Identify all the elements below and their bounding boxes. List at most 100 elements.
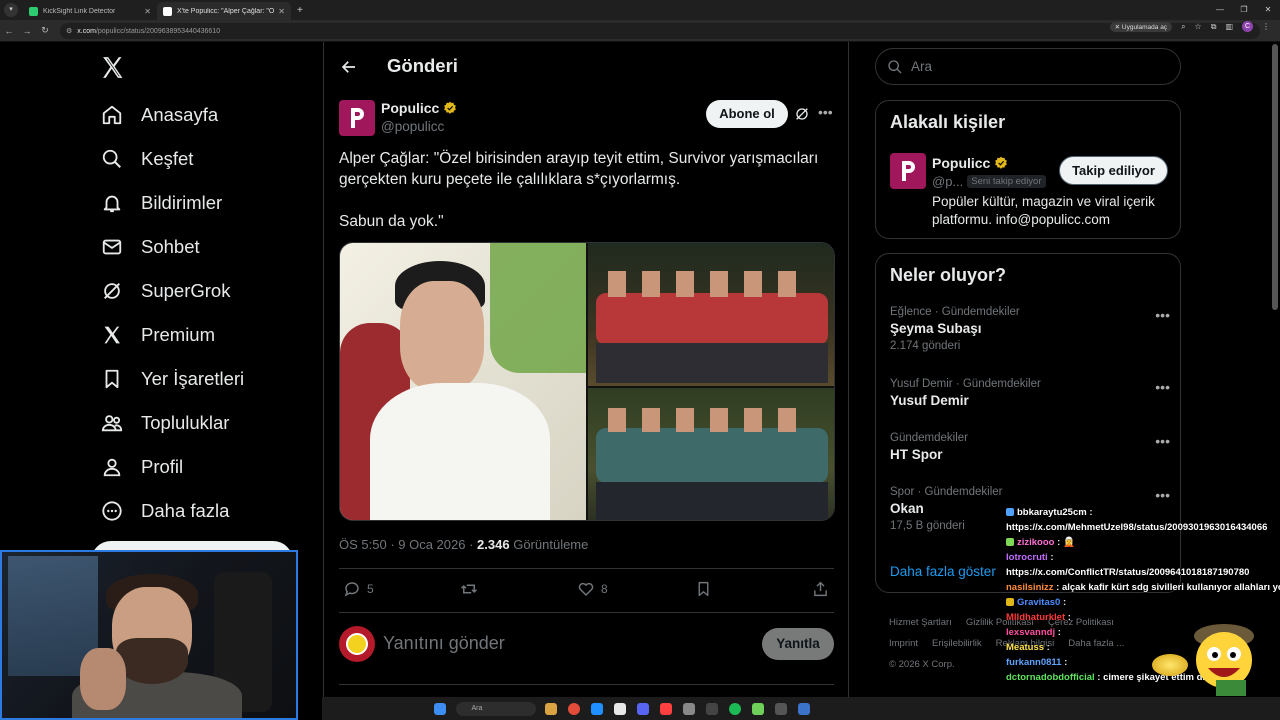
repost-icon — [460, 584, 478, 594]
scrollbar[interactable] — [1272, 44, 1278, 310]
media-image-contestants-blue[interactable] — [588, 388, 834, 520]
media-image-portrait[interactable] — [340, 243, 586, 520]
repost-action[interactable] — [459, 580, 479, 598]
grok-icon[interactable] — [794, 106, 810, 122]
back-arrow-icon[interactable] — [340, 58, 358, 76]
close-window-icon[interactable]: ✕ — [1256, 0, 1280, 20]
taskbar-search[interactable]: Ara — [455, 701, 536, 716]
app-icon[interactable] — [591, 702, 603, 715]
main-column: Gönderi Populicc @populicc Abone ol ••• … — [323, 42, 849, 720]
chat-user: Mlldhaturklet — [1006, 612, 1066, 623]
sidebar-item-communities[interactable]: Topluluklar — [100, 408, 229, 438]
app-icon[interactable] — [614, 702, 626, 715]
more-options-icon[interactable]: ••• — [1155, 379, 1170, 395]
mail-icon — [100, 235, 124, 259]
badge-icon — [1006, 508, 1014, 516]
url-domain: x.com — [77, 27, 96, 35]
sidebar-item-premium[interactable]: Premium — [100, 320, 215, 350]
forward-icon[interactable]: → — [18, 26, 36, 36]
subscribe-button[interactable]: Abone ol — [706, 100, 788, 128]
app-icon[interactable] — [683, 702, 695, 715]
emote-icon: 🧝 — [1062, 537, 1075, 548]
star-icon[interactable]: ☆ — [1195, 22, 1202, 31]
app-icon[interactable] — [775, 702, 787, 715]
share-action[interactable] — [812, 580, 829, 598]
zoom-icon[interactable]: ⌕ — [1181, 22, 1185, 32]
sidebar-item-chat[interactable]: Sohbet — [100, 232, 200, 262]
profile-avatar[interactable]: C — [1242, 21, 1253, 32]
minimize-icon[interactable]: — — [1208, 0, 1232, 20]
related-handle[interactable]: @p... Seni takip ediyor — [932, 174, 1046, 189]
browser-tab-kicksight[interactable]: KickSight Link Detector ✕ — [23, 2, 157, 20]
discord-icon[interactable] — [637, 702, 649, 715]
following-button[interactable]: Takip ediliyor — [1059, 156, 1168, 185]
x-favicon-icon — [163, 6, 172, 16]
sidebar-item-label: Keşfet — [141, 148, 194, 169]
back-icon[interactable]: ← — [0, 26, 18, 36]
post-author[interactable]: Populicc @populicc — [339, 100, 457, 136]
avatar[interactable] — [339, 100, 375, 136]
reply-action[interactable]: 5 — [343, 580, 374, 598]
bookmark-action[interactable] — [695, 580, 712, 598]
sidebar-item-home[interactable]: Anasayfa — [100, 100, 218, 130]
browser-tab-x[interactable]: X'te Populicc: "Alper Çağlar: "Ö ✕ — [157, 2, 291, 20]
footer-link[interactable]: Imprint — [889, 638, 918, 649]
sidebar-item-supergrok[interactable]: SuperGrok — [100, 276, 230, 306]
search-input[interactable]: Ara — [875, 48, 1181, 85]
sidebar-item-label: Anasayfa — [141, 104, 219, 125]
laughing-emote-icon — [1194, 624, 1254, 696]
trend-item[interactable]: Yusuf Demir · Gündemdekiler Yusuf Demir … — [890, 378, 1170, 408]
like-action[interactable]: 8 — [577, 580, 608, 598]
app-icon[interactable] — [798, 702, 810, 715]
menu-icon[interactable]: ⋮ — [1262, 22, 1270, 31]
address-bar[interactable]: ⚙ x.com /populicc/status/200963895344043… — [60, 23, 1260, 39]
sidebar-item-profile[interactable]: Profil — [100, 452, 183, 482]
post-date[interactable]: 9 Oca 2026 — [398, 537, 465, 552]
new-tab-icon[interactable]: + — [297, 5, 303, 16]
open-in-app-button[interactable]: ✕ Uygulamada aç — [1109, 21, 1173, 32]
maximize-icon[interactable]: ❐ — [1232, 0, 1256, 20]
author-handle[interactable]: @populicc — [381, 119, 457, 134]
app-icon[interactable] — [660, 702, 672, 715]
x-logo-icon[interactable] — [100, 55, 125, 80]
close-tab-icon[interactable]: ✕ — [278, 7, 285, 16]
sidebar-item-explore[interactable]: Keşfet — [100, 144, 193, 174]
post-media[interactable] — [339, 242, 835, 521]
sidebar-item-more[interactable]: Daha fazla — [100, 496, 229, 526]
more-circle-icon — [100, 499, 124, 523]
related-name[interactable]: Populicc — [932, 155, 1008, 171]
trend-item[interactable]: Eğlence · Gündemdekiler Şeyma Subaşı 2.1… — [890, 306, 1170, 352]
media-image-contestants-red[interactable] — [588, 243, 834, 386]
post-time[interactable]: ÖS 5:50 — [339, 537, 387, 552]
site-info-icon[interactable]: ⚙ — [66, 27, 72, 35]
extensions-icon[interactable]: ⧉ — [1211, 22, 1217, 32]
chat-user: lexsvanndj — [1006, 627, 1056, 638]
close-tab-icon[interactable]: ✕ — [144, 7, 151, 16]
trend-item[interactable]: Gündemdekiler HT Spor ••• — [890, 432, 1170, 462]
author-name[interactable]: Populicc — [381, 100, 457, 116]
reply-button[interactable]: Yanıtla — [762, 628, 834, 660]
reload-icon[interactable]: ↻ — [36, 25, 54, 36]
app-icon[interactable] — [545, 702, 557, 715]
more-options-icon[interactable]: ••• — [818, 104, 833, 120]
reply-input[interactable]: Yanıtını gönder — [383, 633, 505, 654]
more-options-icon[interactable]: ••• — [1155, 433, 1170, 449]
sidebar-item-notifications[interactable]: Bildirimler — [100, 188, 222, 218]
footer-link[interactable]: Hizmet Şartları — [889, 617, 952, 628]
show-more-link[interactable]: Daha fazla göster — [890, 564, 996, 579]
sidebar-item-bookmarks[interactable]: Yer İşaretleri — [100, 364, 244, 394]
tab-list-dropdown-icon[interactable]: ▾ — [4, 3, 18, 17]
avatar[interactable] — [339, 626, 375, 662]
app-icon[interactable] — [706, 702, 718, 715]
avatar[interactable] — [890, 153, 926, 189]
more-options-icon[interactable]: ••• — [1155, 307, 1170, 323]
spotify-icon[interactable] — [729, 702, 741, 715]
sidebar-icon[interactable]: ▥ — [1225, 22, 1233, 31]
footer-link[interactable]: Erişilebilirlik — [932, 638, 982, 649]
app-icon[interactable] — [752, 702, 764, 715]
search-icon — [100, 147, 124, 171]
more-options-icon[interactable]: ••• — [1155, 487, 1170, 503]
windows-start-icon[interactable] — [434, 702, 446, 715]
chrome-icon[interactable] — [568, 702, 580, 715]
chat-message: https://x.com/MehmetUzel98/status/200930… — [1006, 520, 1280, 535]
